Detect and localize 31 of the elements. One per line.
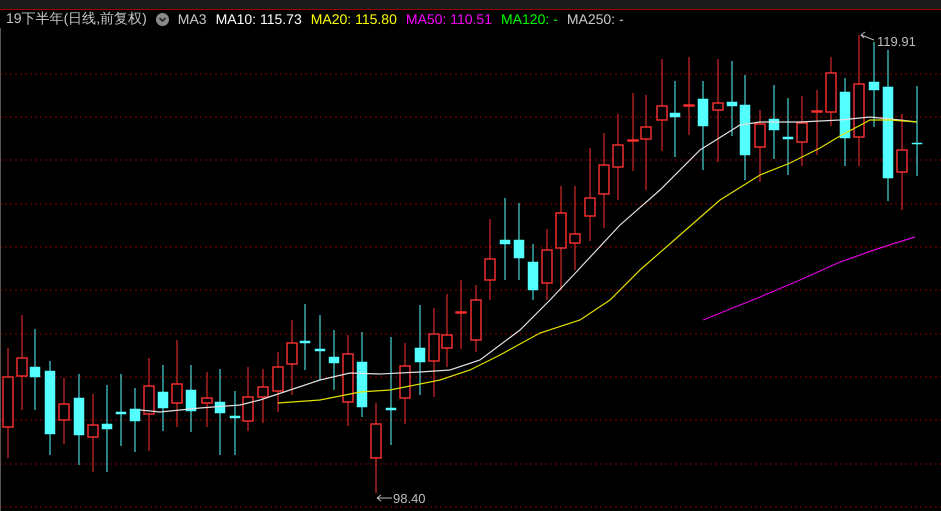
moving-average-label: MA250: - bbox=[566, 11, 624, 27]
candlestick bbox=[811, 90, 823, 156]
low-price-label: 98.40 bbox=[393, 491, 426, 506]
candlestick bbox=[300, 304, 310, 370]
chart-title: 19下半年(日线,前复权) bbox=[6, 10, 147, 28]
candlestick bbox=[242, 366, 254, 432]
candlestick bbox=[257, 368, 269, 424]
leader-line bbox=[376, 494, 392, 502]
candlestick bbox=[455, 280, 467, 350]
candlestick bbox=[272, 352, 284, 412]
candlestick bbox=[796, 96, 808, 166]
moving-average-label: MA20: 115.80 bbox=[310, 11, 397, 27]
candlestick bbox=[825, 56, 837, 126]
candlestick bbox=[186, 364, 196, 432]
leader-line bbox=[860, 32, 874, 40]
candlestick bbox=[328, 330, 340, 390]
moving-average-label: MA10: 115.73 bbox=[216, 11, 302, 27]
candlestick bbox=[528, 244, 538, 300]
candlestick bbox=[314, 314, 326, 380]
dropdown-icon[interactable] bbox=[156, 12, 169, 26]
candlestick bbox=[158, 364, 168, 432]
candlestick bbox=[541, 228, 553, 300]
candlestick bbox=[58, 378, 70, 444]
moving-average-label: MA3 bbox=[178, 11, 207, 27]
candlestick bbox=[470, 284, 482, 352]
moving-average-label: MA120: - bbox=[501, 11, 558, 27]
moving-average-label: MA50: 110.51 bbox=[406, 11, 492, 27]
candlestick bbox=[130, 388, 140, 452]
candlestick bbox=[201, 372, 213, 428]
candlestick bbox=[230, 390, 240, 456]
high-price-label: 119.91 bbox=[877, 34, 916, 49]
